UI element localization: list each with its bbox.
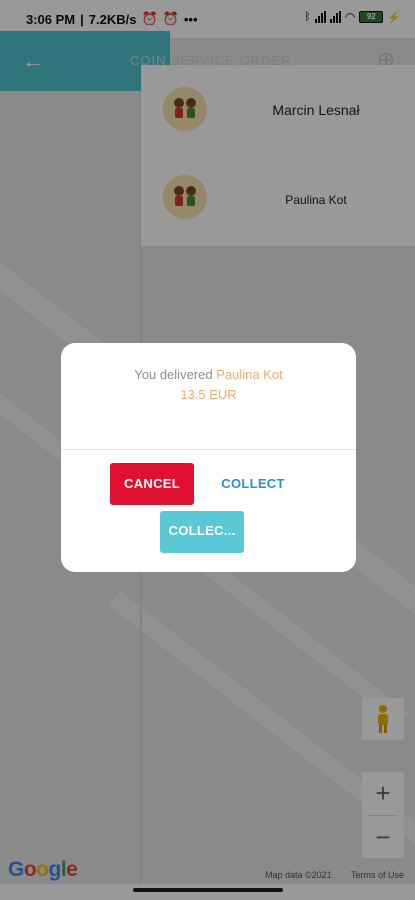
dialog-message: You delivered Paulina Kot bbox=[61, 367, 356, 382]
cancel-button[interactable]: CANCEL bbox=[110, 463, 194, 505]
dialog-divider bbox=[61, 449, 356, 450]
collect-button[interactable]: COLLECT bbox=[211, 463, 295, 505]
delivery-dialog: You delivered Paulina Kot 13.5 EUR CANCE… bbox=[61, 343, 356, 572]
dialog-recipient: Paulina Kot bbox=[216, 367, 283, 382]
collect-secondary-button[interactable]: COLLEC... bbox=[160, 511, 244, 553]
home-indicator[interactable] bbox=[133, 888, 283, 892]
dialog-message-prefix: You delivered bbox=[134, 367, 217, 382]
dialog-amount: 13.5 EUR bbox=[180, 387, 237, 402]
